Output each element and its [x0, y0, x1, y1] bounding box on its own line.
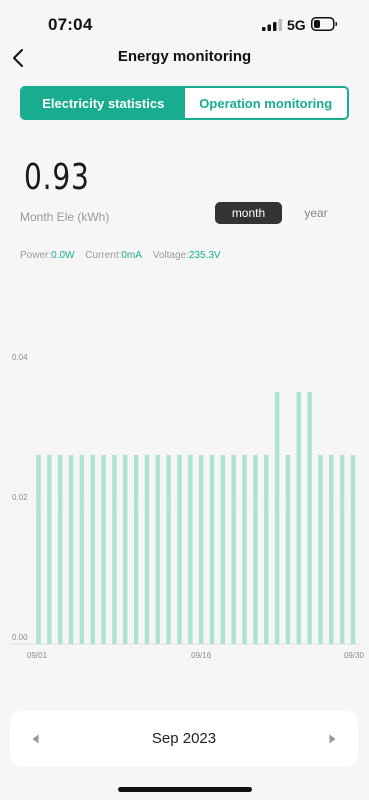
chart-bar: [68, 455, 74, 644]
chart-bar: [242, 455, 247, 644]
month-label: Sep 2023: [151, 730, 217, 747]
chart-bar: [329, 455, 334, 644]
battery-icon: [311, 17, 337, 31]
status-time: 07:04: [48, 15, 93, 34]
voltage-value: 235.3V: [188, 250, 221, 261]
x-tick-label: 09/16: [191, 651, 212, 660]
nav-bar: Energy monitoring: [0, 40, 369, 76]
chart-bar: [220, 455, 226, 644]
chart-bar: [296, 392, 301, 644]
voltage-label: Voltage:: [152, 250, 189, 261]
voltage-metric: Voltage:235.3V: [153, 250, 221, 261]
chart-bar: [274, 392, 280, 644]
home-indicator: [118, 787, 252, 792]
period-year-button[interactable]: year: [296, 202, 336, 224]
segmented-tabs: Electricity statistics Operation monitor…: [20, 86, 349, 120]
month-energy-value: 0.93: [24, 157, 90, 198]
power-label: Power:: [20, 250, 52, 261]
tab-operation-monitoring[interactable]: Operation monitoring: [185, 88, 348, 118]
chart-bar: [155, 455, 160, 644]
chart-bar: [231, 455, 236, 644]
chart-bar: [133, 455, 139, 644]
power-metric: Power:0.0W: [20, 250, 74, 261]
x-tick-label: 09/30: [344, 651, 365, 660]
chart-bar: [350, 455, 356, 644]
current-label: Current:: [85, 250, 122, 261]
chart-bar: [198, 455, 204, 644]
chart-bar: [36, 455, 41, 644]
chart-bar: [57, 455, 63, 644]
tab-electricity-statistics[interactable]: Electricity statistics: [22, 88, 185, 118]
y-tick-label: 0.00: [12, 633, 28, 642]
chart-bar: [47, 455, 52, 644]
cellular-signal-icon: [262, 19, 282, 31]
chart-bar: [177, 455, 182, 644]
month-selector: Sep 2023: [10, 711, 358, 767]
month-energy-label: Month Ele (kWh): [20, 210, 110, 224]
x-tick-label: 09/01: [27, 651, 48, 660]
current-metric: Current:0mA: [85, 250, 142, 261]
daily-energy-chart: 0.00 0.02 0.04 09/01 09/16 09/30: [10, 353, 365, 660]
chart-bar: [285, 455, 291, 644]
page-title: Energy monitoring: [117, 48, 252, 65]
chart-bar: [90, 455, 95, 644]
y-tick-label: 0.02: [12, 493, 28, 502]
current-value: 0mA: [121, 250, 142, 261]
chart-bar: [144, 455, 150, 644]
chart-bar: [123, 455, 128, 644]
chart-bar: [188, 455, 193, 644]
chart-bar: [339, 455, 345, 644]
chart-bar: [79, 455, 85, 644]
chart-bar: [112, 455, 117, 644]
y-tick-label: 0.04: [12, 353, 28, 362]
chart-bar: [318, 455, 323, 644]
live-metrics: Power:0.0W Current:0mA Voltage:235.3V: [20, 250, 229, 261]
period-month-button[interactable]: month: [215, 202, 282, 224]
network-type: 5G: [287, 17, 306, 33]
next-month-icon[interactable]: [324, 731, 340, 747]
chart-bar: [166, 455, 171, 644]
chart-bar: [253, 455, 258, 644]
chart-bar: [209, 455, 215, 644]
chart-bar: [264, 455, 269, 644]
chart-bar: [101, 455, 106, 644]
power-value: 0.0W: [51, 250, 75, 261]
chart-bar: [307, 392, 312, 644]
